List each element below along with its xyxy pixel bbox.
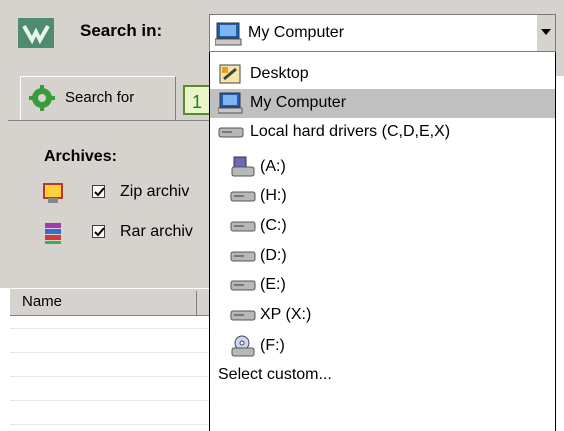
location-dropdown-list: Desktop My Computer Local hard drivers (… (209, 52, 556, 431)
dropdown-option-label: (A:) (260, 158, 286, 175)
table-row[interactable] (10, 328, 210, 329)
table-row[interactable] (10, 352, 210, 353)
dropdown-option-label: (D:) (260, 247, 287, 264)
chevron-down-icon (541, 29, 551, 35)
drive-icon (230, 215, 256, 237)
drive-icon (230, 185, 256, 207)
drive-icon (230, 245, 256, 267)
cd-drive-icon (230, 335, 256, 357)
dropdown-option-drive-x[interactable]: XP (X:) (210, 301, 555, 330)
drive-icon (230, 274, 256, 296)
dropdown-option-label: Select custom... (218, 366, 332, 383)
computer-icon (214, 22, 243, 46)
desktop-icon (218, 63, 244, 85)
dropdown-option-select-custom[interactable]: Select custom... (210, 361, 555, 390)
rar-archive-label: Rar archiv (120, 223, 193, 240)
location-combobox-value: My Computer (248, 24, 345, 41)
combobox-dropdown-button[interactable] (536, 15, 555, 51)
table-row[interactable] (10, 400, 210, 401)
rar-archive-option[interactable]: Rar archiv (42, 220, 212, 250)
dropdown-option-label: (H:) (260, 187, 287, 204)
svg-text:1: 1 (192, 92, 202, 112)
dropdown-option-label: Desktop (250, 65, 309, 82)
dropdown-option-label: (E:) (260, 276, 286, 293)
dropdown-option-drive-e[interactable]: (E:) (210, 271, 555, 300)
tab-search-for-label: Search for (65, 89, 135, 106)
table-row[interactable] (10, 424, 210, 425)
zip-archive-checkbox[interactable] (92, 185, 105, 198)
search-options-panel: Search for 1 Archives: Zip archiv Rar ar… (0, 76, 212, 288)
location-combobox[interactable]: My Computer (209, 14, 556, 52)
table-row[interactable] (10, 376, 210, 377)
dropdown-option-label: My Computer (250, 94, 347, 111)
dropdown-option-local-hard-drives[interactable]: Local hard drivers (C,D,E,X) (210, 118, 555, 147)
results-table-header: Name (10, 288, 210, 316)
dropdown-option-drive-h[interactable]: (H:) (210, 182, 555, 211)
dropdown-option-my-computer[interactable]: My Computer (210, 89, 555, 118)
gear-icon (29, 85, 55, 111)
computer-icon (217, 92, 244, 114)
zip-archive-icon (42, 182, 64, 204)
results-table: Name (0, 288, 210, 431)
checkmark-icon (94, 227, 105, 237)
archives-heading: Archives: (44, 148, 117, 165)
zip-archive-label: Zip archiv (120, 183, 190, 200)
dropdown-option-label: (F:) (260, 337, 285, 354)
tab-strip: Search for 1 (8, 76, 211, 121)
dropdown-option-desktop[interactable]: Desktop (210, 60, 555, 89)
dropdown-option-drive-c[interactable]: (C:) (210, 212, 555, 241)
rar-archive-icon (42, 222, 64, 244)
dropdown-option-drive-f[interactable]: (F:) (210, 332, 555, 361)
drive-icon (218, 121, 244, 143)
search-binoculars-icon (18, 18, 54, 48)
dropdown-option-drive-d[interactable]: (D:) (210, 242, 555, 271)
column-resize-handle[interactable] (196, 291, 197, 315)
floppy-drive-icon (230, 156, 256, 178)
checkmark-icon (94, 187, 105, 197)
dropdown-option-label: Local hard drivers (C,D,E,X) (250, 123, 451, 140)
dropdown-option-drive-a[interactable]: (A:) (210, 153, 555, 182)
tab-search-for[interactable]: Search for (20, 76, 176, 120)
drive-icon (230, 304, 256, 326)
zip-archive-option[interactable]: Zip archiv (42, 180, 212, 210)
column-header-name[interactable]: Name (22, 293, 62, 310)
rar-archive-checkbox[interactable] (92, 225, 105, 238)
dropdown-option-label: (C:) (260, 217, 287, 234)
dropdown-option-label: XP (X:) (260, 306, 312, 323)
search-in-label: Search in: (80, 21, 163, 40)
